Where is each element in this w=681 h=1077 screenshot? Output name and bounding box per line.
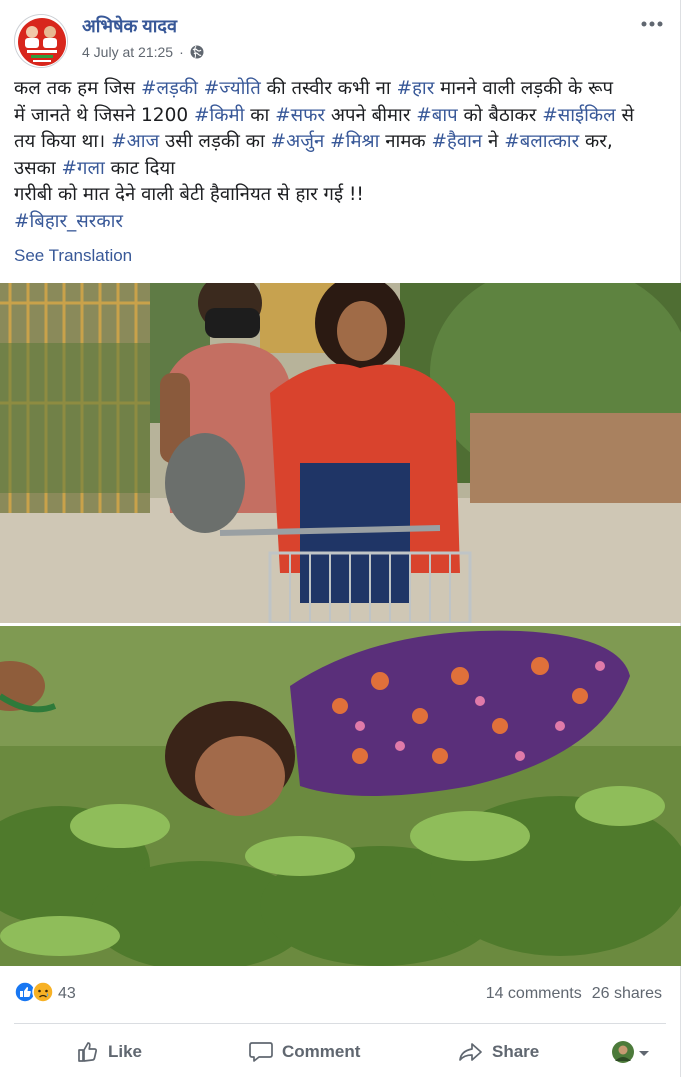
post-timestamp[interactable]: 4 July at 21:25 — [82, 43, 173, 61]
post-text-segment: मानने वाली लड़की के रूप — [434, 78, 614, 99]
hashtag-link[interactable]: #अर्जुन — [271, 131, 325, 152]
like-button[interactable]: Like — [76, 1032, 142, 1072]
comment-label: Comment — [282, 1042, 361, 1061]
post-text-segment: को बैठाकर — [457, 104, 543, 126]
share-button[interactable]: Share — [458, 1032, 539, 1072]
sad-reaction-icon — [32, 980, 54, 1008]
post-text-segment: नामक — [379, 131, 432, 152]
post-text-segment: तय किया था। — [14, 131, 112, 152]
post-text-segment: उसका — [14, 157, 62, 179]
divider — [14, 1023, 666, 1024]
hashtag-link[interactable]: #साईकिल — [542, 105, 615, 126]
hashtag-link[interactable]: #मिश्रा — [330, 131, 379, 152]
like-label: Like — [108, 1042, 143, 1061]
comment-button[interactable]: Comment — [248, 1032, 360, 1072]
post-text-segment: काट दिया — [104, 157, 176, 179]
hashtag-link[interactable]: #बाप — [416, 105, 457, 126]
hashtag-link[interactable]: #बिहार_सरकार — [14, 211, 123, 232]
reaction-count: 43 — [58, 985, 76, 1002]
author-name[interactable]: अभिषेक यादव — [82, 14, 177, 38]
post-actions: Like Comment Share — [0, 1032, 680, 1072]
facebook-post: अभिषेक यादव 4 July at 21:25 · कल तक हम ज… — [0, 0, 681, 1077]
post-text-line: उसका #गला काट दिया — [14, 156, 664, 183]
post-text-segment: कल तक हम जिस — [14, 78, 141, 99]
post-text-segment: का — [244, 104, 276, 126]
post-text-line: तय किया था। #आज उसी लड़की का #अर्जुन #मि… — [14, 129, 664, 156]
author-avatar[interactable] — [14, 14, 68, 68]
comments-count[interactable]: 14 comments — [486, 984, 582, 1004]
post-text-segment: गरीबी को मात देने वाली बेटी हैवानियत से … — [14, 184, 364, 205]
hashtag-link[interactable]: #हार — [397, 78, 435, 99]
post-text-segment: ने — [482, 131, 505, 152]
profile-selector[interactable] — [612, 1041, 650, 1068]
post-text-segment: की तस्वीर कभी ना — [260, 78, 397, 99]
hashtag-link[interactable]: #गला — [62, 158, 105, 179]
more-icon[interactable] — [638, 14, 666, 34]
hashtag-link[interactable]: #लड़की — [141, 78, 198, 99]
globe-icon[interactable] — [190, 45, 204, 59]
post-text-segment: अपने बीमार — [324, 104, 417, 126]
post-text-line: गरीबी को मात देने वाली बेटी हैवानियत से … — [14, 182, 664, 209]
post-text-segment: उसी लड़की का — [159, 131, 271, 152]
hashtag-link[interactable]: #ज्योति — [204, 78, 261, 99]
shares-count[interactable]: 26 shares — [592, 984, 662, 1004]
post-photo-bicycle[interactable] — [0, 283, 681, 623]
like-icon — [76, 1040, 100, 1064]
post-text-line: में जानते थे जिसने 1200 #किमी का #सफर अप… — [14, 103, 664, 130]
hashtag-link[interactable]: #सफर — [275, 105, 325, 126]
post-photo-foliage[interactable] — [0, 626, 681, 966]
post-text-line: #बिहार_सरकार — [14, 209, 664, 236]
meta-separator: · — [179, 44, 184, 60]
share-icon — [458, 1040, 484, 1064]
user-avatar — [612, 1041, 634, 1068]
caret-down-icon — [638, 1046, 650, 1064]
post-text-segment: से — [615, 104, 635, 126]
reactions-summary[interactable]: 43 — [14, 980, 76, 1008]
post-text-segment: कर, — [579, 131, 613, 152]
share-label: Share — [492, 1042, 540, 1061]
hashtag-link[interactable]: #बलात्कार — [504, 131, 579, 152]
hashtag-link[interactable]: #किमी — [194, 105, 244, 126]
post-meta: 4 July at 21:25 · — [82, 43, 204, 61]
comment-icon — [248, 1040, 274, 1064]
post-text: कल तक हम जिस #लड़की #ज्योति की तस्वीर कभ… — [14, 76, 664, 235]
post-stats: 14 comments 26 shares — [486, 984, 662, 1004]
hashtag-link[interactable]: #हैवान — [432, 131, 483, 152]
see-translation-link[interactable]: See Translation — [14, 245, 132, 267]
post-text-segment: में जानते थे जिसने 1200 — [14, 104, 194, 126]
post-text-line: कल तक हम जिस #लड़की #ज्योति की तस्वीर कभ… — [14, 76, 664, 103]
hashtag-link[interactable]: #आज — [111, 131, 159, 152]
